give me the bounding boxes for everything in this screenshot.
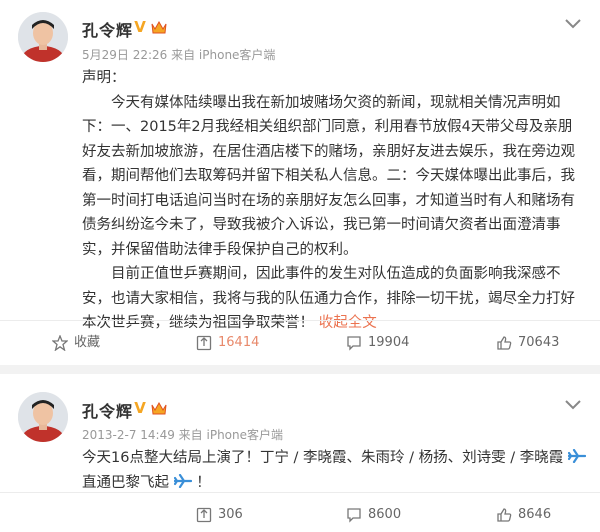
post-paragraph: 今天有媒体陆续曝出我在新加坡赌场欠资的新闻，现就相关情况声明如下：一、2015年… bbox=[82, 94, 575, 258]
like-icon bbox=[497, 336, 512, 350]
comment-icon bbox=[347, 508, 361, 523]
repost-icon bbox=[196, 335, 212, 351]
verified-v-icon: V bbox=[134, 18, 146, 36]
post-meta: 2013-2-7 14:49 来自 iPhone客户端 bbox=[82, 428, 284, 442]
airplane-icon bbox=[173, 473, 192, 488]
favorite-label: 收藏 bbox=[74, 335, 101, 350]
post-text: 今天16点整大结局上演了！丁宁 / 李晓霞、朱雨玲 / 杨扬、刘诗雯 / 李晓霞 bbox=[82, 450, 564, 466]
author-name[interactable]: 孔令辉 bbox=[82, 17, 133, 41]
weibo-post-1: 孔令辉 V 5月29日 22:26 来自 iPhone客户端 声明： 今天有媒体… bbox=[0, 0, 600, 365]
author-name[interactable]: 孔令辉 bbox=[82, 398, 133, 422]
repost-icon bbox=[196, 507, 212, 523]
chevron-down-icon[interactable] bbox=[564, 399, 582, 411]
action-bar: 收藏 16414 19904 70643 bbox=[0, 320, 600, 364]
like-count: 8646 bbox=[518, 507, 552, 522]
comment-icon bbox=[347, 336, 361, 351]
avatar[interactable] bbox=[18, 392, 68, 442]
post-paragraph: 声明： bbox=[82, 70, 126, 86]
chevron-down-icon[interactable] bbox=[564, 18, 582, 30]
airplane-icon bbox=[567, 449, 586, 463]
post-body: 声明： 今天有媒体陆续曝出我在新加坡赌场欠资的新闻，现就相关情况声明如下：一、2… bbox=[82, 66, 582, 336]
crown-icon bbox=[151, 20, 167, 34]
star-icon bbox=[52, 335, 68, 351]
repost-count: 306 bbox=[218, 507, 243, 522]
crown-icon bbox=[151, 401, 167, 415]
post-body: 今天16点整大结局上演了！丁宁 / 李晓霞、朱雨玲 / 杨扬、刘诗雯 / 李晓霞… bbox=[82, 446, 587, 495]
comment-count: 19904 bbox=[368, 335, 410, 350]
comment-count: 8600 bbox=[368, 507, 402, 522]
like-count: 70643 bbox=[518, 335, 560, 350]
post-meta: 5月29日 22:26 来自 iPhone客户端 bbox=[82, 48, 276, 62]
avatar[interactable] bbox=[18, 12, 68, 62]
verified-v-icon: V bbox=[134, 399, 146, 417]
repost-count: 16414 bbox=[218, 335, 260, 350]
action-bar: 306 8600 8646 bbox=[0, 492, 600, 532]
weibo-post-2: 孔令辉 V 2013-2-7 14:49 来自 iPhone客户端 今天16点整… bbox=[0, 374, 600, 532]
post-text: 直通巴黎飞起 bbox=[82, 474, 169, 491]
post-text: ！ bbox=[196, 474, 211, 491]
like-icon bbox=[497, 508, 512, 522]
